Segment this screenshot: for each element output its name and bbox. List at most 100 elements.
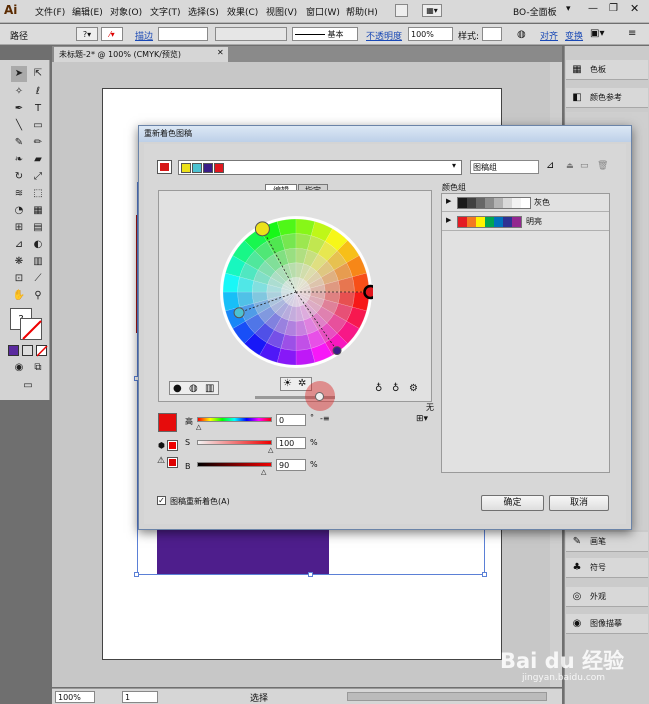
color-bar-dropdown-icon[interactable]: ▾: [452, 161, 456, 170]
screen-mode-icon[interactable]: ⧉: [30, 360, 46, 376]
color-wheel[interactable]: [219, 215, 373, 369]
segmented-wheel-icon[interactable]: ◍: [189, 383, 198, 394]
pen-tool-icon[interactable]: ✒: [11, 101, 27, 117]
out-of-web-icon[interactable]: ⬢: [158, 441, 165, 450]
workspace-switcher[interactable]: BO-全面板: [513, 5, 557, 18]
active-color-swatch[interactable]: [214, 163, 224, 173]
color-marker[interactable]: [332, 346, 342, 356]
recolor-icon[interactable]: ◍: [517, 29, 526, 40]
tab-close-icon[interactable]: ✕: [217, 48, 224, 57]
direct-selection-tool-icon[interactable]: ⇱: [30, 66, 46, 82]
remove-color-tool-icon[interactable]: ♁: [392, 383, 399, 394]
stroke-swatch[interactable]: [20, 318, 42, 340]
color-marker[interactable]: [363, 284, 373, 300]
hue-field[interactable]: 0: [276, 414, 306, 426]
free-transform-tool-icon[interactable]: ⬚: [30, 186, 46, 202]
save-changes-icon[interactable]: ⏏: [566, 161, 574, 170]
color-mode-button[interactable]: [8, 345, 19, 356]
saturation-icon[interactable]: ✲: [298, 378, 306, 389]
menu-select[interactable]: 选择(S): [188, 5, 219, 18]
menu-help[interactable]: 帮助(H): [346, 5, 378, 18]
hand-tool-icon[interactable]: ✋: [11, 288, 27, 304]
brush-definition-field[interactable]: 基本: [292, 27, 358, 41]
smooth-wheel-icon[interactable]: ●: [173, 383, 182, 394]
brightness-icon[interactable]: ☀: [283, 378, 292, 389]
active-color-swatch[interactable]: [192, 163, 202, 173]
color-marker[interactable]: [233, 307, 245, 319]
opacity-field[interactable]: 100%: [408, 27, 453, 41]
artboard-tool-icon[interactable]: ⊡: [11, 271, 27, 287]
blob-brush-tool-icon[interactable]: ❧: [11, 152, 27, 168]
blend-tool-icon[interactable]: ◐: [30, 237, 46, 253]
expand-arrow-icon[interactable]: ▶: [446, 216, 451, 224]
bridge-icon[interactable]: [395, 4, 408, 17]
selected-color-swatch[interactable]: [158, 413, 177, 432]
change-screen-mode-icon[interactable]: ▭: [20, 378, 36, 394]
magic-wand-tool-icon[interactable]: ✧: [11, 84, 27, 100]
zoom-tool-icon[interactable]: ⚲: [30, 288, 46, 304]
menu-edit[interactable]: 编辑(E): [72, 5, 103, 18]
stroke-dropdown[interactable]: ⁄▾: [101, 27, 123, 41]
menu-type[interactable]: 文字(T): [150, 5, 181, 18]
stroke-weight-field[interactable]: [158, 27, 208, 41]
rotate-tool-icon[interactable]: ↻: [11, 169, 27, 185]
hue-menu-icon[interactable]: -≡: [320, 414, 330, 423]
fill-dropdown[interactable]: ?▾: [76, 27, 98, 41]
brightness-value-slider[interactable]: [197, 462, 272, 467]
warp-tool-icon[interactable]: ≋: [11, 186, 27, 202]
ok-button[interactable]: 确定: [481, 495, 544, 511]
isolate-icon[interactable]: ▣▾: [590, 28, 604, 39]
color-group-name-field[interactable]: 图稿组: [470, 160, 539, 174]
brightness-slider-thumb[interactable]: [315, 392, 324, 401]
draw-mode-icon[interactable]: ◉: [11, 360, 27, 376]
scale-tool-icon[interactable]: ⤢: [30, 169, 46, 185]
none-mode-button[interactable]: [36, 345, 48, 357]
active-color-swatch[interactable]: [203, 163, 213, 173]
saturation-slider-thumb[interactable]: △: [268, 446, 273, 454]
active-colors-bar[interactable]: [178, 160, 462, 175]
slice-tool-icon[interactable]: ⟋: [30, 271, 46, 287]
saturation-field[interactable]: 100: [276, 437, 306, 449]
hue-slider-thumb[interactable]: △: [196, 423, 201, 431]
menu-file[interactable]: 文件(F): [35, 5, 65, 18]
color-marker[interactable]: [254, 221, 270, 237]
variable-width-field[interactable]: [215, 27, 287, 41]
mesh-tool-icon[interactable]: ⊞: [11, 220, 27, 236]
saturation-slider[interactable]: [197, 440, 272, 445]
document-tab[interactable]: 未标题-2* @ 100% (CMYK/预览): [54, 47, 228, 62]
gamut-swatch[interactable]: [167, 457, 178, 468]
gradient-tool-icon[interactable]: ▤: [30, 220, 46, 236]
restore-icon[interactable]: ❐: [609, 3, 618, 14]
menu-window[interactable]: 窗口(W): [306, 5, 340, 18]
zoom-field[interactable]: 100%: [55, 691, 95, 703]
hue-slider[interactable]: [197, 417, 272, 422]
shape-builder-tool-icon[interactable]: ◔: [11, 203, 27, 219]
delete-icon[interactable]: 🗑: [597, 161, 608, 171]
minimize-icon[interactable]: —: [588, 3, 598, 14]
column-graph-tool-icon[interactable]: ▥: [30, 254, 46, 270]
selection-tool-icon[interactable]: ➤: [11, 66, 27, 82]
expand-arrow-icon[interactable]: ▶: [446, 197, 451, 205]
horizontal-scrollbar[interactable]: [347, 692, 547, 701]
gamut-warning-icon[interactable]: ⚠: [157, 456, 165, 466]
new-group-icon[interactable]: ▭: [580, 161, 589, 171]
color-bars-icon[interactable]: ▥: [205, 383, 214, 394]
add-color-tool-icon[interactable]: ♁: [375, 383, 382, 394]
eyedropper-tool-icon[interactable]: ⊿: [11, 237, 27, 253]
base-color-swatch[interactable]: [157, 160, 172, 174]
brightness-value-slider-thumb[interactable]: △: [261, 468, 266, 476]
dropdown-arrow-icon[interactable]: ▾: [566, 4, 571, 14]
lasso-tool-icon[interactable]: ℓ: [30, 84, 46, 100]
bbox-handle[interactable]: [482, 572, 487, 577]
menu-object[interactable]: 对象(O): [110, 5, 142, 18]
artboard-number-field[interactable]: 1: [122, 691, 158, 703]
align-link[interactable]: 对齐: [540, 29, 558, 42]
recolor-artwork-checkbox[interactable]: ✓: [157, 496, 166, 505]
color-group-bright[interactable]: ▶ 明亮: [442, 213, 609, 231]
pencil-tool-icon[interactable]: ✏: [30, 135, 46, 151]
menu-view[interactable]: 视图(V): [266, 5, 297, 18]
brightness-field[interactable]: 90: [276, 459, 306, 471]
gradient-mode-button[interactable]: [22, 345, 33, 356]
eyedropper-icon[interactable]: ⊿: [546, 160, 554, 171]
cancel-button[interactable]: 取消: [549, 495, 609, 511]
